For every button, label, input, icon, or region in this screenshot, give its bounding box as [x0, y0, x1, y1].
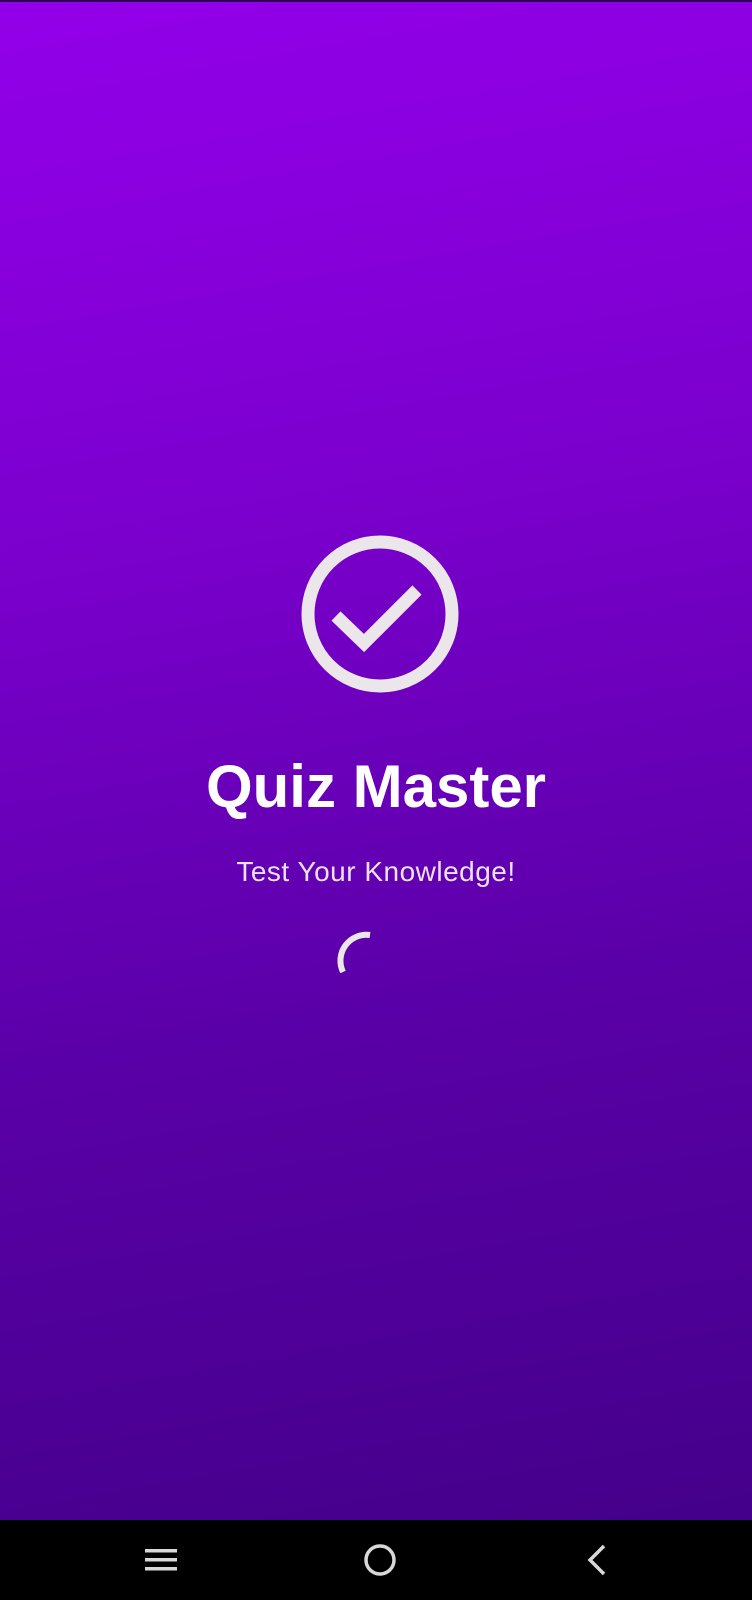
back-button[interactable] [574, 1536, 622, 1584]
app-subtitle: Test Your Knowledge! [236, 856, 516, 887]
home-button[interactable] [356, 1536, 404, 1584]
check-circle-icon [301, 535, 459, 693]
app-screen: Quiz Master Test Your Knowledge! [0, 0, 752, 1600]
splash-screen: Quiz Master Test Your Knowledge! [0, 0, 752, 1520]
home-circle-icon [364, 1544, 396, 1576]
back-chevron-icon [587, 1544, 606, 1576]
recent-apps-button[interactable] [137, 1536, 185, 1584]
status-bar-edge [0, 0, 752, 2]
app-title: Quiz Master [205, 753, 547, 820]
menu-icon [145, 1549, 177, 1571]
loading-spinner-icon [337, 931, 371, 974]
system-navigation-bar [0, 1520, 752, 1600]
